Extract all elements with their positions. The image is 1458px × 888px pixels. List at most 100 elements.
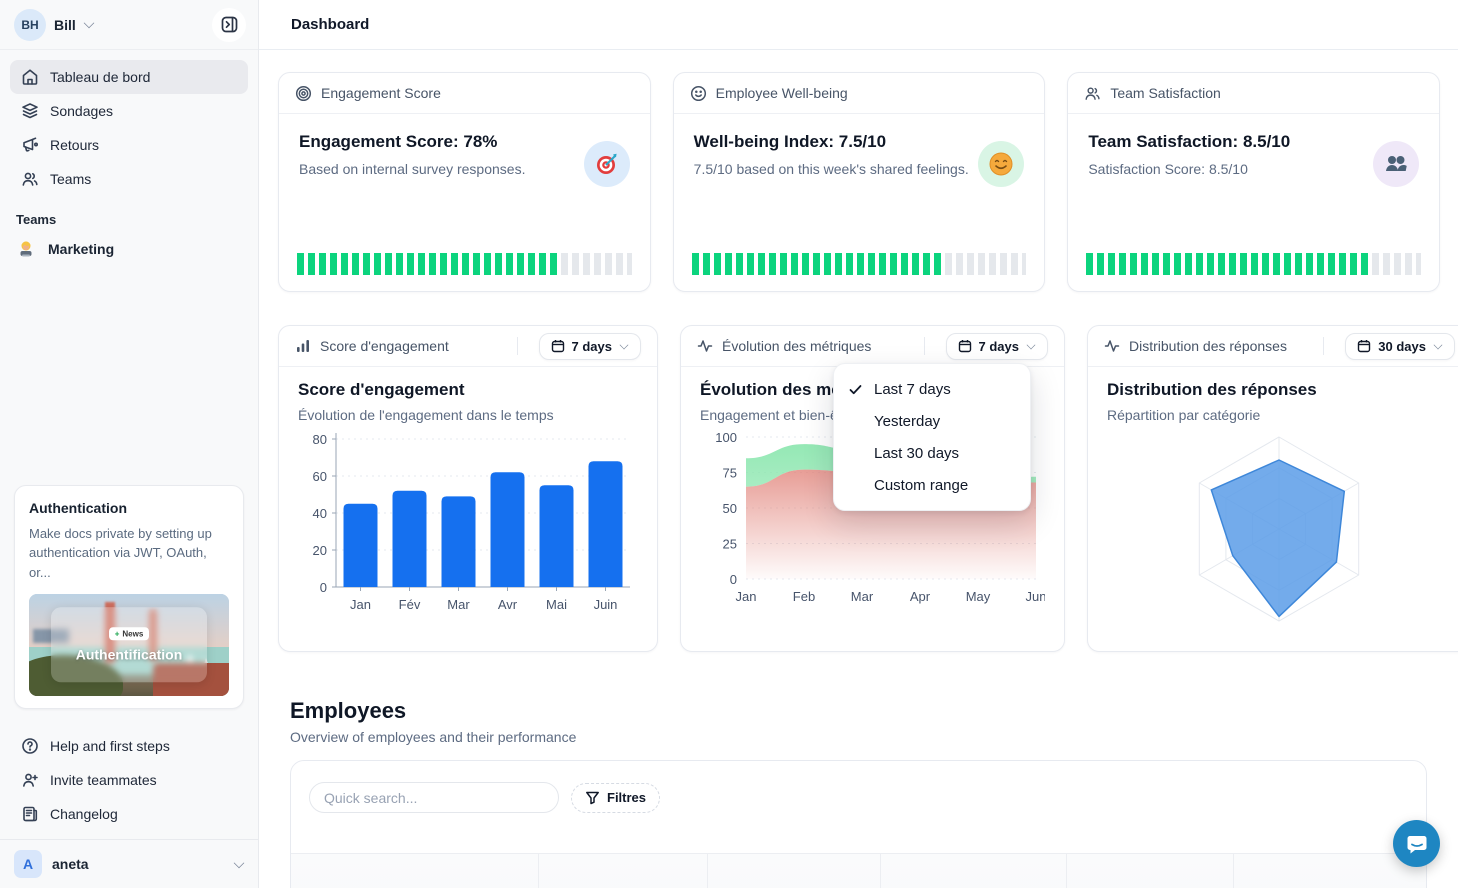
sidebar-collapse-button[interactable] — [212, 8, 246, 42]
calendar-icon — [551, 339, 565, 353]
svg-text:Mai: Mai — [546, 597, 567, 612]
sidebar-item-dashboard[interactable]: Tableau de bord — [10, 60, 248, 94]
distribution-chart-card: Distribution des réponses 30 days Distri… — [1087, 325, 1458, 652]
sidebar-item-label: Changelog — [50, 806, 118, 822]
chevron-down-icon[interactable] — [83, 18, 94, 29]
svg-text:Jun: Jun — [1026, 589, 1045, 604]
range-selector[interactable]: 30 days — [1345, 333, 1455, 360]
user-avatar[interactable]: BH — [14, 9, 46, 41]
topbar: Dashboard — [259, 0, 1458, 50]
sidebar-item-label: Retours — [50, 137, 99, 153]
smile-icon — [690, 85, 707, 102]
svg-text:Apr: Apr — [910, 589, 931, 604]
sidebar-item-label: Invite teammates — [50, 772, 157, 788]
date-range-menu: Last 7 days Yesterday Last 30 days Custo… — [833, 363, 1031, 511]
stat-title: Well-being Index: 7.5/10 — [694, 132, 1025, 152]
column-header-team[interactable]: Team — [539, 854, 708, 888]
menu-item-custom-range[interactable]: Custom range — [840, 469, 1024, 501]
engagement-bar-chart: 020406080JanFévMarAvrMaiJuin — [298, 427, 638, 627]
main-area: Dashboard Engagement Score Engagement Sc… — [259, 0, 1458, 888]
sidebar-item-invite[interactable]: Invite teammates — [10, 763, 248, 797]
stat-subtitle: 7.5/10 based on this week's shared feeli… — [694, 161, 1025, 177]
svg-text:Mar: Mar — [447, 597, 470, 612]
range-selector[interactable]: 7 days — [539, 333, 641, 360]
engagement-score-card: Engagement Score Engagement Score: 78% B… — [278, 72, 651, 292]
stat-subtitle: Satisfaction Score: 8.5/10 — [1088, 161, 1419, 177]
user-name[interactable]: Bill — [54, 17, 76, 33]
menu-item-yesterday[interactable]: Yesterday — [840, 405, 1024, 437]
satisfaction-progress-bar — [1086, 253, 1421, 275]
menu-item-last-30-days[interactable]: Last 30 days — [840, 437, 1024, 469]
employees-subtitle: Overview of employees and their performa… — [290, 729, 576, 745]
svg-text:0: 0 — [730, 572, 737, 587]
technologist-emoji — [16, 239, 36, 259]
chart-subtitle: Répartition par catégorie — [1107, 407, 1452, 423]
svg-text:80: 80 — [313, 432, 327, 447]
sidebar-item-help[interactable]: Help and first steps — [10, 729, 248, 763]
app-root: BH Bill Tableau de bord Sondages Retours — [0, 0, 1458, 888]
layers-icon — [21, 102, 39, 120]
svg-text:20: 20 — [313, 543, 327, 558]
changelog-icon — [21, 805, 39, 823]
svg-text:40: 40 — [313, 506, 327, 521]
card-header-label: Team Satisfaction — [1110, 85, 1221, 101]
svg-text:Jan: Jan — [736, 589, 757, 604]
bar-chart-icon — [295, 338, 311, 354]
chart-subtitle: Évolution de l'engagement dans le temps — [298, 407, 638, 423]
search-input[interactable] — [309, 782, 559, 813]
sidebar-item-feedback[interactable]: Retours — [10, 128, 248, 162]
sidebar-team-marketing[interactable]: Marketing — [0, 233, 258, 265]
users-icon — [21, 170, 39, 188]
column-header-user[interactable]: User — [291, 854, 539, 888]
target-emoji — [584, 141, 630, 187]
column-header-performance[interactable]: Performance — [1067, 854, 1234, 888]
svg-text:Avr: Avr — [498, 597, 518, 612]
workspace-switcher[interactable]: A aneta — [0, 839, 258, 888]
menu-item-last-7-days[interactable]: Last 7 days — [840, 373, 1024, 405]
sidebar-item-teams[interactable]: Teams — [10, 162, 248, 196]
sidebar-item-surveys[interactable]: Sondages — [10, 94, 248, 128]
svg-text:Fév: Fév — [399, 597, 421, 612]
chevron-down-icon — [234, 857, 245, 868]
svg-text:60: 60 — [313, 469, 327, 484]
users-icon — [1084, 85, 1101, 102]
sidebar-item-changelog[interactable]: Changelog — [10, 797, 248, 831]
svg-text:Feb: Feb — [793, 589, 815, 604]
sidebar-header: BH Bill — [0, 0, 258, 50]
table-toolbar: Filtres — [291, 761, 1426, 834]
promo-image[interactable]: +News Authentification — [29, 594, 229, 696]
column-header-position[interactable]: Position — [708, 854, 881, 888]
stat-title: Engagement Score: 78% — [299, 132, 630, 152]
activity-icon — [1104, 338, 1120, 354]
chat-launcher-button[interactable] — [1393, 820, 1440, 867]
sidebar: BH Bill Tableau de bord Sondages Retours — [0, 0, 259, 888]
chevron-down-icon — [1434, 341, 1443, 350]
stat-title: Team Satisfaction: 8.5/10 — [1088, 132, 1419, 152]
sidebar-item-label: Teams — [50, 171, 91, 187]
satisfaction-card: Team Satisfaction Team Satisfaction: 8.5… — [1067, 72, 1440, 292]
megaphone-icon — [21, 136, 39, 154]
workspace-name: aneta — [52, 856, 89, 872]
filter-funnel-icon — [585, 790, 600, 805]
wellbeing-progress-bar — [692, 253, 1027, 275]
svg-text:Juin: Juin — [594, 597, 618, 612]
column-header-participation[interactable]: Participation — [881, 854, 1067, 888]
svg-text:75: 75 — [723, 466, 737, 481]
sidebar-item-label: Sondages — [50, 103, 113, 119]
engagement-chart-card: Score d'engagement 7 days Score d'engage… — [278, 325, 658, 652]
filters-button[interactable]: Filtres — [571, 783, 660, 813]
sidebar-item-label: Help and first steps — [50, 738, 170, 754]
activity-icon — [697, 338, 713, 354]
card-header-label: Engagement Score — [321, 85, 441, 101]
card-header-label: Évolution des métriques — [722, 338, 871, 354]
promo-description: Make docs private by setting up authenti… — [29, 524, 229, 583]
chart-title: Distribution des réponses — [1107, 380, 1452, 400]
authentication-promo-card[interactable]: Authentication Make docs private by sett… — [14, 485, 244, 710]
range-selector[interactable]: 7 days — [946, 333, 1048, 360]
teams-section-label: Teams — [0, 196, 258, 233]
table-header-row: User Team Position Participation — [291, 853, 1426, 888]
news-badge: +News — [109, 628, 150, 641]
svg-text:Mar: Mar — [851, 589, 874, 604]
column-header-tasks[interactable]: Tasks — [1234, 854, 1426, 888]
promo-overlay: +News Authentification — [51, 607, 207, 682]
